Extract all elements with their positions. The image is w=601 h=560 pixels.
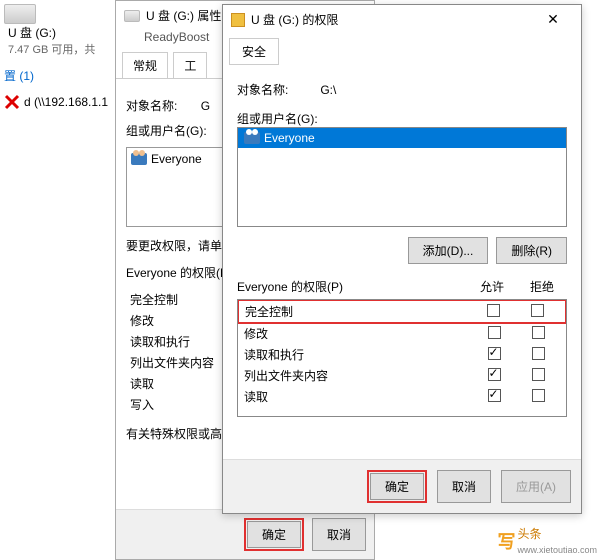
group-users-label: 组或用户名(G):	[237, 110, 567, 127]
users-icon	[244, 132, 260, 144]
properties-footer: 确定 取消	[116, 509, 374, 559]
tab-security[interactable]: 安全	[229, 38, 279, 65]
cancel-button[interactable]: 取消	[312, 518, 366, 551]
close-button[interactable]: ✕	[533, 11, 573, 28]
permissions-title: U 盘 (G:) 的权限	[251, 11, 338, 28]
sidebar-link[interactable]: 置 (1)	[0, 61, 120, 90]
drive-item[interactable]: U 盘 (G:) 7.47 GB 可用，共	[0, 0, 120, 61]
permissions-titlebar[interactable]: U 盘 (G:) 的权限 ✕	[223, 5, 581, 34]
deny-checkbox[interactable]	[532, 368, 545, 381]
tab-tools[interactable]: 工	[173, 52, 207, 78]
background-pane: U 盘 (G:) 7.47 GB 可用，共 置 (1) d (\\192.168…	[0, 0, 120, 114]
ok-button[interactable]: 确定	[247, 521, 301, 548]
permissions-grid-header: Everyone 的权限(P) 允许 拒绝	[237, 274, 567, 299]
list-item-selected[interactable]: Everyone	[238, 128, 566, 148]
permissions-footer: 确定 取消 应用(A)	[223, 459, 581, 513]
watermark: 写 头条 www.xietoutiao.com	[497, 525, 597, 556]
deny-checkbox[interactable]	[532, 326, 545, 339]
drive-title: U 盘 (G:)	[4, 24, 116, 41]
allow-checkbox[interactable]	[488, 326, 501, 339]
allow-checkbox[interactable]	[488, 347, 501, 360]
highlight-box: 确定	[244, 518, 304, 551]
object-name-row: 对象名称: G:\	[237, 81, 567, 98]
permissions-grid[interactable]: 完全控制修改读取和执行列出文件夹内容读取	[237, 299, 567, 417]
permissions-dialog: U 盘 (G:) 的权限 ✕ 安全 对象名称: G:\ 组或用户名(G): Ev…	[222, 4, 582, 514]
highlight-box: 确定	[367, 470, 427, 503]
error-x-icon	[4, 94, 20, 110]
ok-button[interactable]: 确定	[370, 473, 424, 500]
usb-drive-icon	[4, 4, 36, 24]
deny-checkbox[interactable]	[531, 304, 544, 317]
allow-checkbox[interactable]	[487, 304, 500, 317]
users-icon	[131, 153, 147, 165]
permission-row: 读取和执行	[238, 344, 566, 365]
group-users-list[interactable]: Everyone	[237, 127, 567, 227]
tab-general[interactable]: 常规	[122, 52, 168, 78]
allow-checkbox[interactable]	[488, 368, 501, 381]
apply-button[interactable]: 应用(A)	[501, 470, 571, 503]
deny-checkbox[interactable]	[532, 347, 545, 360]
allow-checkbox[interactable]	[488, 389, 501, 402]
remove-button[interactable]: 删除(R)	[496, 237, 567, 264]
deny-checkbox[interactable]	[532, 389, 545, 402]
add-button[interactable]: 添加(D)...	[408, 237, 489, 264]
security-tabs: 安全	[229, 38, 575, 65]
folder-icon	[231, 13, 245, 27]
permission-row: 读取	[238, 386, 566, 407]
drive-subtitle: 7.47 GB 可用，共	[4, 41, 116, 57]
permission-row: 完全控制	[237, 299, 567, 324]
permission-row: 修改	[238, 323, 566, 344]
properties-title: U 盘 (G:) 属性	[146, 7, 221, 24]
permission-row: 列出文件夹内容	[238, 365, 566, 386]
network-drive-label: d (\\192.168.1.1	[24, 95, 108, 109]
cancel-button[interactable]: 取消	[437, 470, 491, 503]
network-drive-item[interactable]: d (\\192.168.1.1	[0, 90, 120, 114]
usb-drive-icon	[124, 10, 140, 22]
